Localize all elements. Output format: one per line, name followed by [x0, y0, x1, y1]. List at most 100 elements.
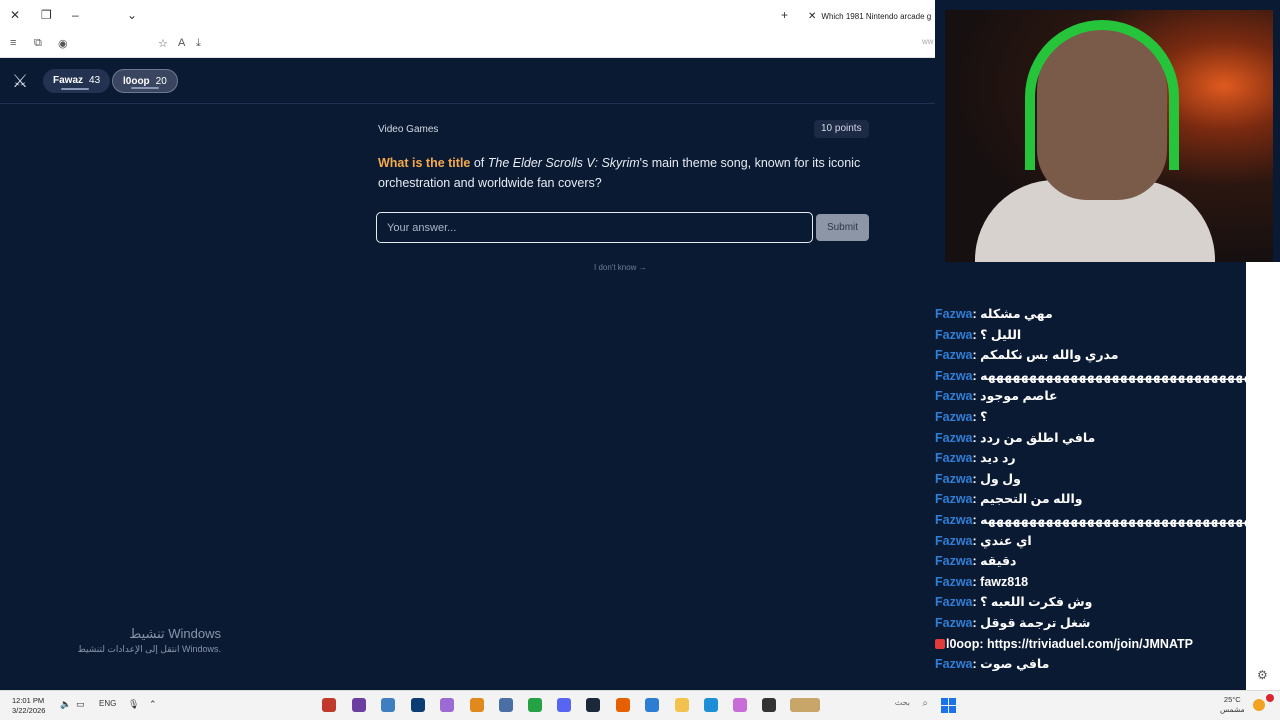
chat-message: Fazwa: دقيقه: [935, 551, 1246, 572]
player-progress: [131, 87, 159, 89]
bookmark-star-icon[interactable]: ☆: [158, 37, 168, 50]
crossed-swords-icon[interactable]: ⚔: [12, 71, 28, 92]
chat-message: Fazwa: الليل ؟: [935, 325, 1246, 346]
chat-username[interactable]: Fazwa: [935, 431, 973, 445]
player-name: Fawaz: [53, 75, 84, 86]
clock-time: 12:01 PM: [12, 696, 45, 705]
app-icon-3[interactable]: [381, 698, 395, 712]
chat-separator: :: [972, 595, 981, 610]
app-icon-7[interactable]: [499, 698, 513, 712]
notification-badge[interactable]: [1266, 694, 1274, 702]
chat-text: https://triviaduel.com/join/JMNATP: [986, 636, 1194, 651]
chevron-down-icon[interactable]: ⌄: [127, 8, 137, 22]
chat-message: Fazwa: ههههههههههههههههههههههههههههههههه…: [935, 510, 1246, 531]
discord-icon[interactable]: [557, 698, 571, 712]
chat-separator: :: [972, 451, 981, 466]
chat-separator: :: [972, 554, 981, 569]
chat-message: Fazwa: ؟: [935, 407, 1246, 428]
chat-text: مافي صوت: [980, 657, 1050, 672]
whatsapp-icon[interactable]: [528, 698, 542, 712]
address-hint: ww: [922, 37, 934, 46]
chat-username[interactable]: Fazwa: [935, 328, 973, 342]
chat-text: ول ول: [980, 471, 1021, 486]
microphone-icon[interactable]: 🎙: [128, 699, 139, 710]
chat-username[interactable]: Fazwa: [935, 657, 973, 671]
terminal-icon[interactable]: [762, 698, 776, 712]
player-score: 20: [155, 76, 167, 87]
app-icon-5[interactable]: [440, 698, 454, 712]
chat-username[interactable]: Fazwa: [935, 554, 973, 568]
app-icon-1[interactable]: [322, 698, 336, 712]
question-highlight: What is the title: [378, 156, 471, 170]
photoshop-icon[interactable]: [411, 698, 425, 712]
browser-chrome: ✕ ❐ – ⌄ + ✕ Which 1981 Nintendo arcade g …: [0, 0, 935, 58]
weather-widget[interactable]: 25°C مشمس: [1220, 695, 1245, 715]
chat-username[interactable]: Fazwa: [935, 451, 973, 465]
windows-start-icon[interactable]: [941, 698, 956, 713]
game-main: Video Games 10 points What is the title …: [0, 104, 935, 690]
chat-separator: :: [972, 327, 981, 342]
chat-username[interactable]: Fazwa: [935, 513, 973, 527]
chat-message: l0oop: https://triviaduel.com/join/JMNAT…: [935, 634, 1246, 655]
extensions-icon[interactable]: ⧉: [34, 37, 42, 50]
chevron-up-icon[interactable]: ⌃: [149, 699, 157, 710]
chat-username[interactable]: Fazwa: [935, 616, 973, 630]
folder-icon[interactable]: [675, 698, 689, 712]
chat-username[interactable]: Fazwa: [935, 389, 973, 403]
chat-text: هههههههههههههههههههههههههههههههههههههههه: [980, 368, 1246, 383]
translate-icon[interactable]: A: [178, 37, 185, 49]
clock[interactable]: 12:01 PM 3/22/2026: [12, 696, 45, 716]
chat-username[interactable]: Fazwa: [935, 369, 973, 383]
chat-text: هههههههههههههههههههههههههههههههههههههههه: [980, 512, 1246, 527]
firefox-icon[interactable]: [616, 698, 630, 712]
network-icon[interactable]: ▭: [76, 699, 85, 710]
chat-username[interactable]: Fazwa: [935, 472, 973, 486]
widget-icon[interactable]: [790, 698, 820, 712]
restore-window-icon[interactable]: ❐: [41, 8, 52, 22]
chat-username[interactable]: l0oop: [946, 637, 979, 651]
chat-separator: :: [972, 409, 981, 424]
steam-icon[interactable]: [586, 698, 600, 712]
chat-username[interactable]: Fazwa: [935, 534, 973, 548]
chat-separator: :: [972, 389, 981, 404]
language-indicator[interactable]: ENG: [99, 699, 116, 708]
gear-icon[interactable]: ⚙: [1257, 668, 1268, 682]
app-icon-2[interactable]: [352, 698, 366, 712]
chat-separator: :: [972, 533, 981, 548]
edge-icon[interactable]: [704, 698, 718, 712]
chat-username[interactable]: Fazwa: [935, 595, 973, 609]
close-window-icon[interactable]: ✕: [10, 8, 20, 22]
dont-know-link[interactable]: I don't know →: [594, 263, 647, 272]
new-tab-icon[interactable]: +: [781, 8, 788, 22]
chat-separator: :: [979, 636, 987, 651]
search-placeholder: بحث: [894, 698, 910, 707]
minimize-window-icon[interactable]: –: [72, 8, 79, 22]
question-category: Video Games: [378, 124, 439, 135]
chat-username[interactable]: Fazwa: [935, 348, 973, 362]
chat-text: مافي اطلق من ردد: [980, 430, 1096, 445]
weather-text: مشمس: [1220, 705, 1245, 714]
tab-active[interactable]: ✕ Which 1981 Nintendo arcade g: [808, 11, 935, 22]
chat-message: Fazwa: ول ول: [935, 469, 1246, 490]
volume-icon[interactable]: 🔈: [60, 699, 71, 710]
chat-username[interactable]: Fazwa: [935, 575, 973, 589]
chat-username[interactable]: Fazwa: [935, 410, 973, 424]
chat-username[interactable]: Fazwa: [935, 307, 973, 321]
menu-icon[interactable]: ≡: [10, 37, 16, 49]
app-icon-6[interactable]: [470, 698, 484, 712]
submit-button[interactable]: Submit: [816, 214, 869, 241]
chat-text: fawz818: [980, 574, 1029, 589]
webcam-headset: [1025, 20, 1179, 170]
chat-message: Fazwa: شغل ترجمة قوقل: [935, 613, 1246, 634]
taskbar-search[interactable]: بحث ⌕: [850, 698, 930, 714]
app-icon-15[interactable]: [733, 698, 747, 712]
tab-bar: ✕ ❐ – ⌄ + ✕ Which 1981 Nintendo arcade g: [0, 0, 935, 32]
shield-icon[interactable]: ◉: [58, 37, 68, 50]
answer-input[interactable]: [376, 212, 813, 243]
chat-username[interactable]: Fazwa: [935, 492, 973, 506]
store-icon[interactable]: [645, 698, 659, 712]
close-tab-icon[interactable]: ✕: [808, 11, 816, 22]
download-icon[interactable]: ⤓: [196, 37, 201, 50]
chat-text: شغل ترجمة قوقل: [980, 615, 1091, 630]
chat-message: Fazwa: fawz818: [935, 572, 1246, 593]
